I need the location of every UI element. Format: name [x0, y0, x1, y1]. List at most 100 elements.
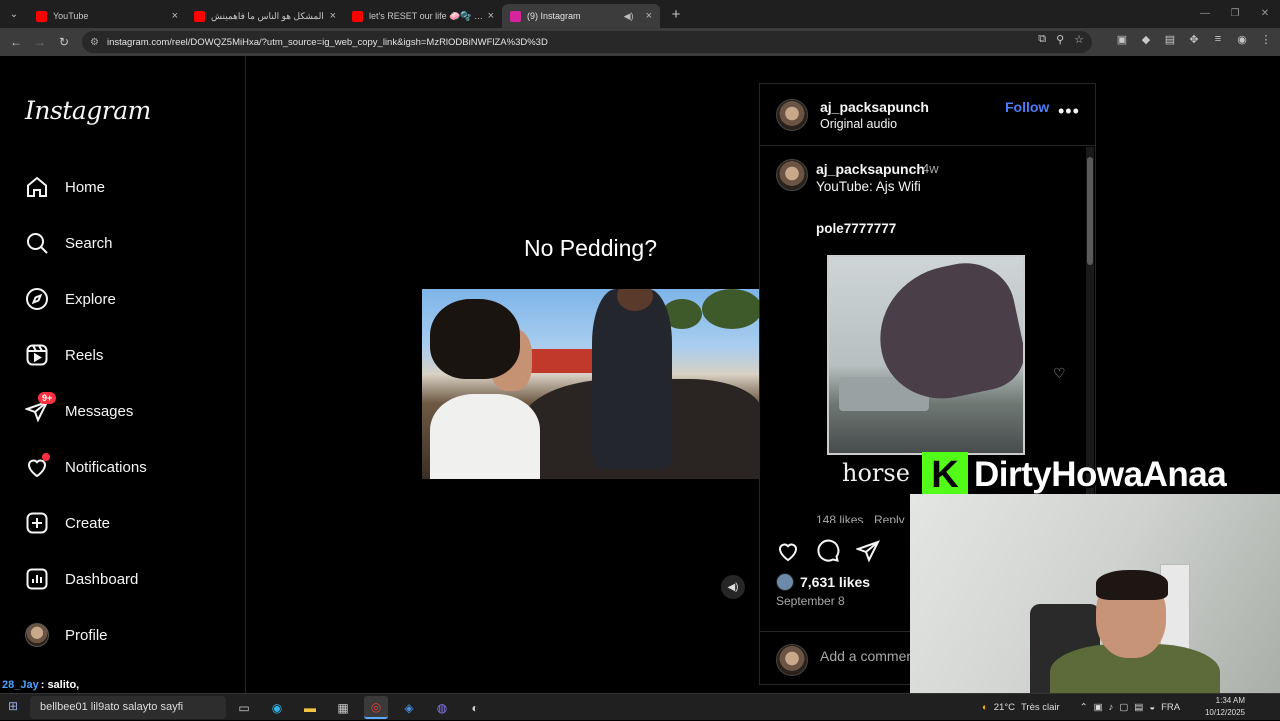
author-avatar[interactable]: [776, 99, 808, 131]
taskbar-search[interactable]: bellbee01 lil9ato salayto sayfi: [30, 696, 226, 719]
comment-reply-button[interactable]: Reply: [874, 513, 905, 523]
home-icon: [24, 174, 50, 200]
discord-icon[interactable]: ◍: [430, 696, 454, 719]
comment-mention[interactable]: pole7777777: [816, 221, 896, 236]
comment-icon[interactable]: [816, 539, 840, 563]
chrome-icon[interactable]: ◎: [364, 696, 388, 719]
instagram-logo[interactable]: Instagram: [25, 96, 151, 125]
reel-video[interactable]: No Pedding? ◀): [421, 83, 760, 685]
notification-dot: [42, 453, 50, 461]
messenger-icon: 9+: [24, 392, 57, 424]
reload-icon[interactable]: ↻: [52, 35, 76, 49]
install-app-icon[interactable]: ⧉: [1038, 33, 1046, 46]
weather-temp[interactable]: 21°C: [994, 702, 1015, 713]
audio-label[interactable]: Original audio: [820, 117, 897, 131]
app-icon[interactable]: ◈: [397, 696, 421, 719]
browser-tab[interactable]: let's RESET our life 🧼🫧 البرد ×: [344, 4, 502, 28]
new-tab-button[interactable]: +: [664, 6, 688, 23]
liker-avatar: [776, 573, 794, 591]
comment-author[interactable]: aj_packsapunch: [816, 161, 925, 177]
browser-tab-active[interactable]: (9) Instagram ◀) ×: [502, 4, 660, 28]
comment-avatar[interactable]: [776, 159, 808, 191]
close-tab-icon[interactable]: ×: [488, 10, 494, 22]
likes-count[interactable]: 7,631 likes: [776, 573, 870, 591]
sidebar-item-dashboard[interactable]: Dashboard: [24, 564, 138, 594]
more-options-icon[interactable]: •••: [1058, 101, 1080, 122]
bookmark-star-icon[interactable]: ☆: [1074, 33, 1084, 46]
share-icon[interactable]: [856, 539, 880, 563]
tray-app-icon[interactable]: ▢: [1119, 702, 1128, 713]
extension-icon[interactable]: ▤: [1162, 33, 1178, 46]
sidebar-item-label: Messages: [65, 402, 134, 420]
extensions-puzzle-icon[interactable]: ✥: [1186, 33, 1202, 46]
comment-likes[interactable]: 148 likes: [816, 513, 863, 523]
comment-like-icon[interactable]: ♡: [1053, 365, 1066, 382]
edge-icon[interactable]: ◉: [265, 696, 289, 719]
reel-caption: No Pedding?: [524, 235, 657, 261]
sidebar-item-search[interactable]: Search: [24, 228, 113, 258]
chat-text: : salito,: [40, 679, 80, 691]
media-control-icon[interactable]: ≡: [1210, 33, 1226, 46]
minimize-icon[interactable]: —: [1190, 0, 1220, 28]
comment-text: YouTube: Ajs Wifi: [816, 179, 921, 194]
tray-app-icon[interactable]: ▣: [1094, 702, 1103, 713]
taskbar-apps: ▭ ◉ ▬ ▦ ◎ ◈ ◍ ◐: [232, 696, 487, 719]
close-tab-icon[interactable]: ×: [330, 10, 336, 22]
weather-icon[interactable]: ◐: [982, 702, 988, 713]
weather-desc[interactable]: Très clair: [1021, 702, 1060, 713]
zoom-icon[interactable]: ⚲: [1056, 33, 1064, 46]
follow-button[interactable]: Follow: [1005, 99, 1049, 115]
streamer-name: DirtyHowaAnaa: [974, 455, 1227, 494]
sidebar-item-label: Search: [65, 234, 113, 252]
file-explorer-icon[interactable]: ▬: [298, 696, 322, 719]
browser-tab[interactable]: المشكل هو الناس ما فاهمينش ×: [186, 4, 344, 28]
sidebar-item-create[interactable]: Create: [24, 508, 110, 538]
tray-app-icon[interactable]: ▤: [1134, 702, 1143, 713]
close-window-icon[interactable]: ✕: [1250, 0, 1280, 28]
tab-title: let's RESET our life 🧼🫧 البرد: [369, 10, 484, 21]
tray-chevron-icon[interactable]: ⌃: [1080, 702, 1088, 713]
address-bar[interactable]: ⚙ instagram.com/reel/DOWQZ5MiHxa/?utm_so…: [82, 31, 1092, 53]
kick-logo: K: [922, 452, 968, 498]
sidebar-item-notifications[interactable]: Notifications: [24, 452, 147, 482]
store-icon[interactable]: ▦: [331, 696, 355, 719]
system-tray: ◐ 21°C Très clair ⌃ ▣ ♪ ▢ ▤ ◒ FRA: [982, 694, 1180, 721]
windows-taskbar: ⊞ bellbee01 lil9ato salayto sayfi ▭ ◉ ▬ …: [0, 693, 1280, 720]
browser-tab-bar: ⌄ YouTube × المشكل هو الناس ما فاهمينش ×…: [0, 0, 1280, 28]
browser-tab[interactable]: YouTube ×: [28, 4, 186, 28]
extension-icon[interactable]: ◆: [1138, 33, 1154, 46]
close-tab-icon[interactable]: ×: [172, 10, 178, 22]
gif-caption: horse: [842, 459, 910, 487]
sidebar-item-profile[interactable]: Profile: [24, 620, 108, 650]
post-author[interactable]: aj_packsapunch: [820, 99, 929, 115]
obs-icon[interactable]: ◐: [463, 696, 487, 719]
task-view-icon[interactable]: ▭: [232, 696, 256, 719]
mic-icon[interactable]: ♪: [1109, 702, 1114, 713]
avatar: [24, 622, 50, 648]
profile-icon[interactable]: ◉: [1234, 33, 1250, 46]
tab-search-button[interactable]: ⌄: [0, 0, 28, 28]
back-icon[interactable]: ←: [4, 35, 28, 49]
video-frame: [422, 289, 759, 479]
tray-app-icon[interactable]: ◒: [1149, 702, 1155, 713]
language-indicator[interactable]: FRA: [1161, 702, 1180, 713]
streamer-banner: K DirtyHowaAnaa: [910, 452, 1280, 498]
sidebar-item-reels[interactable]: Reels: [24, 340, 103, 370]
menu-dots-icon[interactable]: ⋮: [1258, 33, 1274, 46]
site-info-icon[interactable]: ⚙: [90, 37, 99, 48]
sidebar-item-label: Notifications: [65, 458, 147, 476]
forward-icon[interactable]: →: [28, 35, 52, 49]
speaker-icon[interactable]: ◀): [624, 11, 634, 22]
sidebar-item-messages[interactable]: 9+ Messages: [24, 392, 134, 426]
mute-icon[interactable]: ◀): [721, 575, 745, 599]
clock[interactable]: 1:34 AM 10/12/2025: [1203, 695, 1245, 719]
translate-icon[interactable]: ▣: [1114, 33, 1130, 46]
like-icon[interactable]: [776, 539, 800, 563]
close-tab-icon[interactable]: ×: [646, 10, 652, 22]
post-actions: [776, 539, 880, 563]
maximize-icon[interactable]: ❐: [1220, 0, 1250, 28]
tab-title: المشكل هو الناس ما فاهمينش: [211, 10, 324, 21]
sidebar-item-home[interactable]: Home: [24, 172, 105, 202]
sidebar-item-explore[interactable]: Explore: [24, 284, 116, 314]
start-icon[interactable]: ⊞: [8, 699, 18, 713]
